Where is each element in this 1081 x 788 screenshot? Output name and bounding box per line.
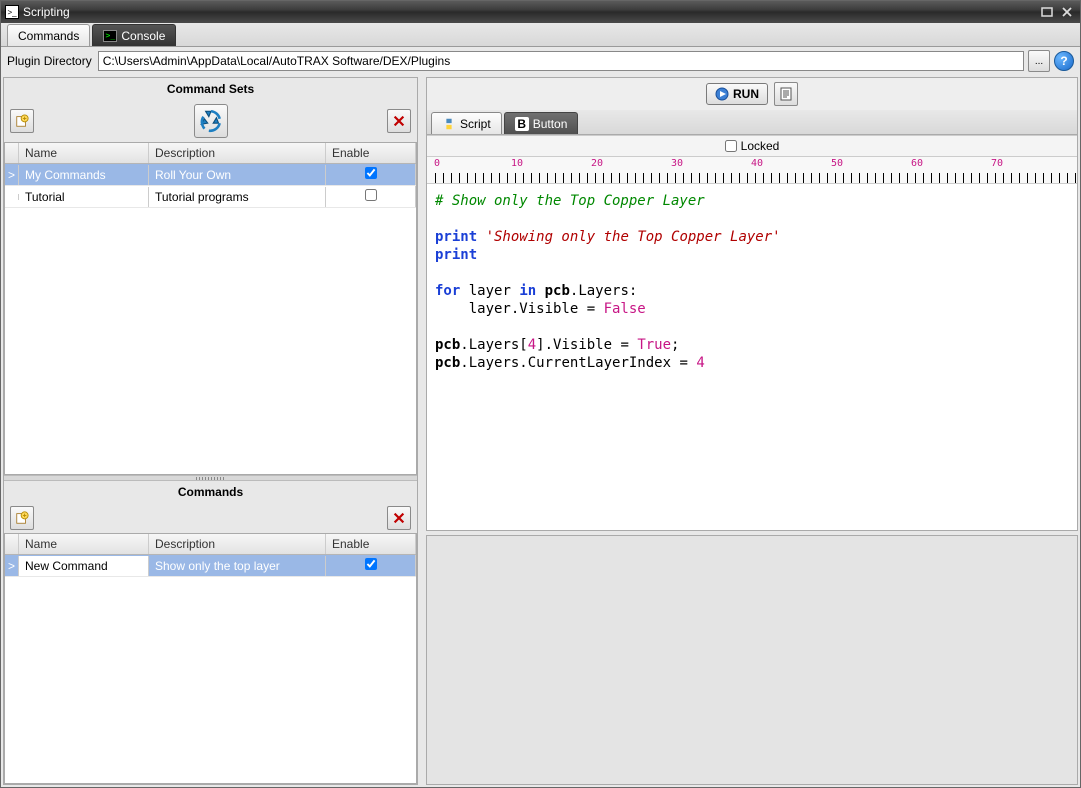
plugin-directory-row: Plugin Directory ... ? — [1, 47, 1080, 75]
tab-label: Button — [533, 117, 568, 131]
enable-checkbox[interactable] — [365, 167, 377, 179]
col-indicator — [5, 534, 19, 554]
tab-commands[interactable]: Commands — [7, 24, 90, 46]
command-sets-toolbar — [4, 100, 417, 142]
run-label: RUN — [733, 87, 759, 101]
locked-checkbox[interactable] — [725, 140, 737, 152]
new-set-button[interactable] — [10, 109, 34, 133]
commands-title: Commands — [4, 481, 417, 503]
table-row[interactable]: > New Command Show only the top layer — [5, 555, 416, 577]
ruler: 0 10 20 30 40 50 60 70 — [427, 156, 1077, 184]
ruler-tick: 20 — [591, 158, 603, 169]
document-button[interactable] — [774, 82, 798, 106]
sub-tab-strip: Script B Button — [427, 110, 1077, 134]
col-description[interactable]: Description — [149, 143, 326, 163]
grid-body: > New Command Show only the top layer — [5, 555, 416, 577]
tab-console[interactable]: >_ Console — [92, 24, 176, 46]
cell-enable — [326, 164, 416, 185]
row-indicator: > — [5, 165, 19, 185]
maximize-button[interactable] — [1038, 5, 1056, 19]
tab-label: Script — [460, 117, 491, 131]
enable-checkbox[interactable] — [365, 189, 377, 201]
main-tab-strip: Commands >_ Console — [1, 23, 1080, 47]
col-enable[interactable]: Enable — [326, 534, 416, 554]
titlebar: >_ Scripting — [1, 1, 1080, 23]
run-bar: RUN — [427, 78, 1077, 110]
ruler-tick: 0 — [434, 158, 440, 169]
col-name[interactable]: Name — [19, 143, 149, 163]
row-indicator: > — [5, 556, 19, 576]
cell-name: New Command — [19, 556, 149, 576]
enable-checkbox[interactable] — [365, 558, 377, 570]
cell-enable — [326, 186, 416, 207]
plugin-dir-label: Plugin Directory — [7, 54, 92, 68]
command-sets-section: Command Sets — [4, 78, 417, 475]
output-pane — [426, 535, 1078, 785]
cell-description: Tutorial programs — [149, 187, 326, 207]
run-button[interactable]: RUN — [706, 83, 768, 105]
editor-area: Locked 0 10 20 30 40 50 60 70 # Show onl… — [426, 135, 1078, 531]
grid-header: Name Description Enable — [5, 534, 416, 555]
delete-set-button[interactable] — [387, 109, 411, 133]
close-button[interactable] — [1058, 5, 1076, 19]
app-icon: >_ — [5, 5, 19, 19]
bold-icon: B — [515, 117, 529, 131]
col-name[interactable]: Name — [19, 534, 149, 554]
col-enable[interactable]: Enable — [326, 143, 416, 163]
tab-script[interactable]: Script — [431, 112, 502, 134]
table-row[interactable]: Tutorial Tutorial programs — [5, 186, 416, 208]
ruler-tick: 60 — [911, 158, 923, 169]
delete-command-button[interactable] — [387, 506, 411, 530]
window-title: Scripting — [23, 5, 1036, 19]
scripting-window: >_ Scripting Commands >_ Console Plugin … — [0, 0, 1081, 788]
cell-name: Tutorial — [19, 187, 149, 207]
browse-button[interactable]: ... — [1028, 50, 1050, 72]
right-pane: RUN Script B Button — [426, 77, 1078, 785]
grid-body: > My Commands Roll Your Own Tutorial Tut… — [5, 164, 416, 474]
col-description[interactable]: Description — [149, 534, 326, 554]
grid-header: Name Description Enable — [5, 143, 416, 164]
cell-description: Show only the top layer — [149, 556, 326, 576]
tab-button[interactable]: B Button — [504, 112, 579, 134]
commands-grid: Name Description Enable > New Command Sh… — [4, 533, 417, 784]
right-top-bar: RUN Script B Button — [426, 77, 1078, 135]
commands-section: Commands Na — [4, 481, 417, 784]
ruler-tick: 40 — [751, 158, 763, 169]
ruler-tick: 50 — [831, 158, 843, 169]
main-area: Command Sets — [1, 75, 1080, 787]
cell-enable — [326, 555, 416, 576]
tab-label: Console — [121, 29, 165, 43]
plugin-dir-input[interactable] — [98, 51, 1024, 71]
python-icon — [442, 117, 456, 131]
left-pane: Command Sets — [3, 77, 418, 785]
command-sets-grid: Name Description Enable > My Commands Ro… — [4, 142, 417, 475]
commands-toolbar — [4, 503, 417, 533]
ruler-tick: 10 — [511, 158, 523, 169]
ruler-tick: 70 — [991, 158, 1003, 169]
code-editor[interactable]: # Show only the Top Copper Layer print '… — [427, 184, 1077, 530]
col-indicator — [5, 143, 19, 163]
cell-description: Roll Your Own — [149, 165, 326, 185]
ruler-tick: 30 — [671, 158, 683, 169]
tab-label: Commands — [18, 29, 79, 43]
locked-label: Locked — [741, 139, 780, 153]
console-icon: >_ — [103, 30, 117, 42]
recycle-button[interactable] — [194, 104, 228, 138]
row-indicator — [5, 194, 19, 200]
cell-name: My Commands — [19, 165, 149, 185]
help-button[interactable]: ? — [1054, 51, 1074, 71]
command-sets-title: Command Sets — [4, 78, 417, 100]
new-command-button[interactable] — [10, 506, 34, 530]
table-row[interactable]: > My Commands Roll Your Own — [5, 164, 416, 186]
locked-row: Locked — [427, 135, 1077, 156]
